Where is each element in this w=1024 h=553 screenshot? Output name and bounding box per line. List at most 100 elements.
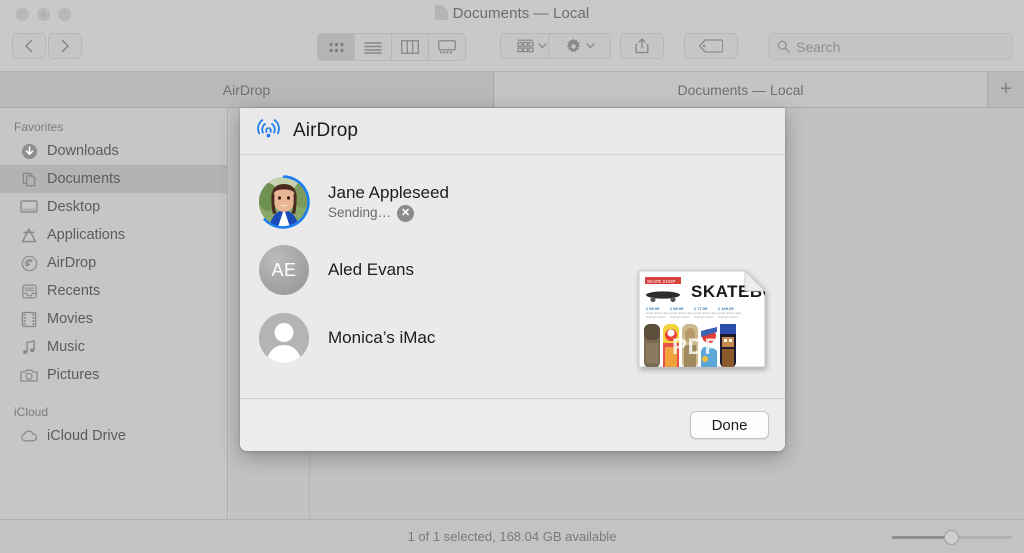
icon-view-button[interactable] — [318, 34, 355, 60]
sidebar-item-downloads[interactable]: Downloads — [0, 137, 227, 165]
svg-text:sit amet consec: sit amet consec — [646, 315, 666, 319]
sidebar-item-label: AirDrop — [47, 255, 96, 271]
tag-button[interactable] — [684, 33, 738, 59]
window-title-text: Documents — Local — [453, 5, 590, 22]
tab-documents-local[interactable]: Documents — Local — [494, 72, 988, 107]
tab-bar: AirDrop Documents — Local + — [0, 72, 1024, 108]
sidebar-item-airdrop[interactable]: AirDrop — [0, 249, 227, 277]
sidebar-section-icloud-header: iCloud — [0, 389, 227, 422]
applications-icon — [20, 226, 38, 244]
group-icon — [517, 39, 534, 53]
recipient-jane-appleseed[interactable]: Jane Appleseed Sending… ✕ — [240, 168, 785, 236]
sidebar-item-icloud-drive[interactable]: iCloud Drive — [0, 422, 227, 450]
titlebar: Documents — Local — [0, 0, 1024, 72]
finder-window: Documents — Local — [0, 0, 1024, 553]
file-thumbnail[interactable]: SKATE SHOP SKATEBO £ 99.99£ 89.99£ 77.99… — [637, 269, 767, 369]
svg-text:sit amet consec: sit amet consec — [694, 315, 714, 319]
documents-icon — [20, 170, 38, 188]
grid-icon — [328, 41, 345, 54]
airdrop-recipient-list: Jane Appleseed Sending… ✕ AE Aled Evans — [240, 155, 785, 399]
sidebar-item-label: iCloud Drive — [47, 428, 126, 444]
airdrop-icon — [20, 254, 38, 272]
done-button[interactable]: Done — [690, 411, 769, 439]
sidebar-item-label: Documents — [47, 171, 120, 187]
skateboard-pdf-thumbnail: SKATE SHOP SKATEBO £ 99.99£ 89.99£ 77.99… — [637, 269, 767, 369]
svg-text:PDF: PDF — [672, 334, 719, 359]
share-button[interactable] — [620, 33, 664, 59]
gallery-icon — [438, 40, 456, 54]
search-icon — [777, 40, 790, 53]
music-icon — [20, 338, 38, 356]
sidebar-item-label: Recents — [47, 283, 100, 299]
list-icon — [364, 41, 382, 54]
sidebar: Favorites Downloads Documents Desktop Ap… — [0, 108, 228, 519]
recipient-name: Aled Evans — [328, 259, 414, 280]
progress-ring — [256, 174, 312, 230]
movies-icon — [20, 310, 38, 328]
slider-fill — [892, 536, 950, 539]
person-icon — [259, 313, 309, 363]
pictures-icon — [20, 366, 38, 384]
action-menu-button[interactable] — [548, 33, 611, 59]
sidebar-item-music[interactable]: Music — [0, 333, 227, 361]
cancel-icon[interactable]: ✕ — [397, 205, 414, 222]
recipient-info: Jane Appleseed Sending… ✕ — [328, 182, 449, 222]
tab-documents-local-label: Documents — Local — [677, 82, 803, 98]
search-field[interactable]: Search — [768, 33, 1013, 60]
chevron-left-icon — [24, 39, 34, 53]
sidebar-item-label: Applications — [47, 227, 125, 243]
share-icon — [635, 38, 649, 54]
sidebar-item-label: Downloads — [47, 143, 119, 159]
chevron-down-icon — [586, 43, 595, 49]
new-tab-button[interactable]: + — [988, 72, 1024, 107]
gallery-view-button[interactable] — [429, 34, 465, 60]
recipient-status-text: Sending… — [328, 205, 391, 222]
sidebar-item-desktop[interactable]: Desktop — [0, 193, 227, 221]
page-title: Documents — Local — [0, 5, 1024, 22]
sidebar-item-documents[interactable]: Documents — [0, 165, 227, 193]
plus-icon: + — [1000, 78, 1012, 101]
airdrop-sheet-header: AirDrop — [240, 108, 785, 155]
sidebar-section-favorites-header: Favorites — [0, 114, 227, 137]
sidebar-item-label: Movies — [47, 311, 93, 327]
sidebar-item-label: Desktop — [47, 199, 100, 215]
tab-airdrop[interactable]: AirDrop — [0, 72, 494, 107]
airdrop-sheet-footer: Done — [240, 399, 785, 451]
cloud-icon — [20, 427, 38, 445]
status-bar: 1 of 1 selected, 168.04 GB available — [0, 519, 1024, 553]
search-placeholder: Search — [796, 39, 840, 55]
svg-text:SKATE SHOP: SKATE SHOP — [647, 279, 675, 284]
svg-text:sit amet consec: sit amet consec — [718, 315, 738, 319]
recents-icon — [20, 282, 38, 300]
status-text: 1 of 1 selected, 168.04 GB available — [408, 529, 617, 544]
gear-icon — [565, 38, 582, 55]
sidebar-item-applications[interactable]: Applications — [0, 221, 227, 249]
svg-text:sit amet consec: sit amet consec — [670, 315, 690, 319]
sidebar-item-recents[interactable]: Recents — [0, 277, 227, 305]
chevron-right-icon — [60, 39, 70, 53]
avatar-initials-text: AE — [259, 245, 309, 295]
slider-knob[interactable] — [944, 530, 959, 545]
recipient-name: Jane Appleseed — [328, 182, 449, 203]
icon-size-slider[interactable] — [892, 531, 1012, 543]
recipient-status: Sending… ✕ — [328, 205, 449, 222]
sidebar-item-label: Music — [47, 339, 85, 355]
sidebar-item-pictures[interactable]: Pictures — [0, 361, 227, 389]
view-mode-segmented-control — [317, 33, 466, 61]
recipient-info: Monica’s iMac — [328, 327, 435, 348]
tab-airdrop-label: AirDrop — [223, 82, 270, 98]
column-view-button[interactable] — [392, 34, 429, 60]
sidebar-item-label: Pictures — [47, 367, 99, 383]
airdrop-sheet-title: AirDrop — [293, 120, 358, 142]
airdrop-icon — [256, 116, 281, 146]
recipient-info: Aled Evans — [328, 259, 414, 280]
sidebar-item-movies[interactable]: Movies — [0, 305, 227, 333]
tag-icon — [699, 39, 723, 53]
list-view-button[interactable] — [355, 34, 392, 60]
forward-button[interactable] — [48, 33, 82, 59]
avatar — [256, 310, 312, 366]
columns-icon — [401, 40, 419, 54]
avatar-silhouette — [259, 313, 309, 363]
desktop-icon — [20, 198, 38, 216]
back-button[interactable] — [12, 33, 46, 59]
